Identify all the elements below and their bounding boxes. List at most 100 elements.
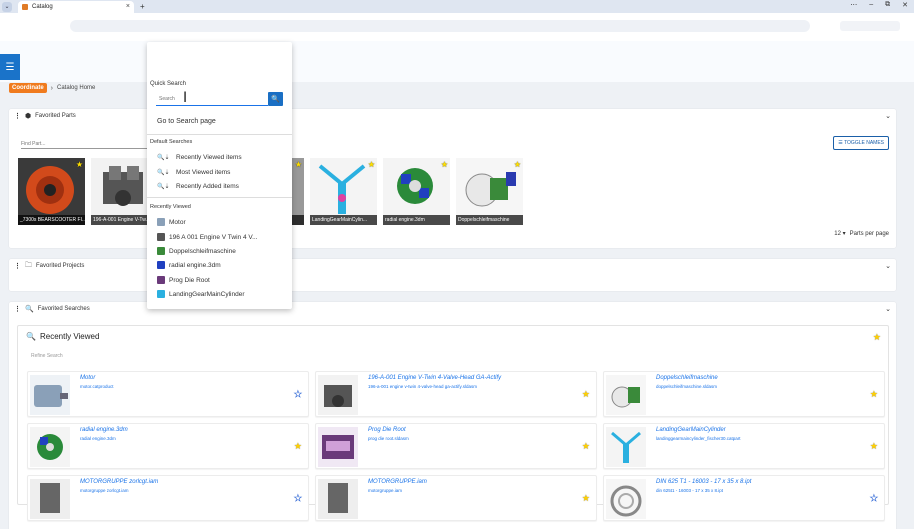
- recent-item[interactable]: Motor: [157, 217, 186, 227]
- result-name[interactable]: Doppelschleifmaschine: [656, 375, 718, 381]
- chevron-down-icon[interactable]: ⌄: [885, 305, 891, 313]
- minimize-icon[interactable]: –: [869, 1, 873, 9]
- recent-item[interactable]: radial engine.3dm: [157, 260, 221, 270]
- star-icon[interactable]: ★: [514, 160, 521, 169]
- result-name[interactable]: Prog Die Root: [368, 427, 406, 433]
- default-searches-title: Default Searches: [150, 139, 193, 145]
- drag-handle-icon[interactable]: ⋮: [14, 112, 21, 120]
- part-thumbnail-icon: [157, 261, 165, 269]
- search-sort-icon: 🔍⇣: [157, 169, 170, 176]
- result-name[interactable]: LandingGearMainCylinder: [656, 427, 726, 433]
- folder-icon: 🗀: [25, 261, 32, 269]
- hamburger-menu-icon[interactable]: ☰: [0, 54, 20, 80]
- star-outline-icon[interactable]: ★: [294, 493, 303, 504]
- recent-item[interactable]: LandingGearMainCylinder: [157, 289, 245, 299]
- motorgruppe-image: [318, 479, 358, 519]
- result-card[interactable]: Prog Die Root prog die root.sldasm ★: [315, 423, 597, 469]
- quick-search-input[interactable]: [156, 92, 268, 106]
- chevron-right-icon: ›: [50, 84, 54, 92]
- favorited-projects-panel: ⋮ 🗀 Favorited Projects ⌄: [9, 259, 896, 291]
- refine-search-link[interactable]: Refine Search: [31, 353, 63, 359]
- browser-tabbar: ⌄ Catalog × + ⋯ – ⧉ ✕: [0, 0, 914, 13]
- result-file: motorgruppe zorlcgt.iam: [80, 488, 129, 493]
- panel-title: Favorited Parts: [35, 113, 76, 119]
- star-icon[interactable]: ★: [294, 441, 302, 452]
- recent-item[interactable]: Prog Die Root: [157, 275, 210, 285]
- breadcrumb-catalog-home[interactable]: Catalog Home: [57, 85, 95, 91]
- cube-icon: ⬢: [25, 113, 32, 120]
- drag-handle-icon[interactable]: ⋮: [14, 262, 21, 270]
- part-thumbnail-icon: [157, 247, 165, 255]
- tab-dropdown-button[interactable]: ⌄: [2, 1, 12, 12]
- part-thumbnail[interactable]: ★ Doppelschleifmaschine: [456, 158, 523, 225]
- search-sort-icon: 🔍⇣: [157, 154, 170, 161]
- new-tab-button[interactable]: +: [140, 2, 145, 11]
- brand-logo[interactable]: Coordinate: [9, 83, 47, 93]
- star-icon[interactable]: ★: [582, 441, 590, 452]
- browser-tab[interactable]: Catalog ×: [18, 0, 134, 13]
- result-file: radial engine.3dm: [80, 436, 116, 441]
- search-icon: 🔍: [271, 96, 280, 103]
- star-icon[interactable]: ★: [441, 160, 448, 169]
- star-icon[interactable]: ★: [873, 332, 881, 343]
- part-label: Doppelschleifmaschine: [456, 215, 523, 225]
- star-icon[interactable]: ★: [582, 389, 590, 400]
- drag-handle-icon[interactable]: ⋮: [14, 305, 21, 313]
- part-thumbnail-icon: [157, 218, 165, 226]
- result-card[interactable]: 196-A-001 Engine V-Twin 4-Valve-Head GA-…: [315, 371, 597, 417]
- star-outline-icon[interactable]: ★: [870, 493, 879, 504]
- part-thumbnail[interactable]: ★ _7300s BEARSCOOTER FI...: [18, 158, 85, 225]
- result-card[interactable]: MOTORGRUPPE.iam motorgruppe.iam ★: [315, 475, 597, 521]
- extensions-area[interactable]: [840, 21, 900, 31]
- star-icon[interactable]: ★: [870, 441, 878, 452]
- default-search-item[interactable]: 🔍⇣ Recently Viewed items: [157, 152, 242, 162]
- radial-engine-image: [30, 427, 70, 467]
- text-cursor-icon: I: [183, 90, 188, 106]
- result-name[interactable]: radial engine.3dm: [80, 427, 128, 433]
- more-icon[interactable]: ⋯: [850, 1, 857, 9]
- restore-icon[interactable]: ⧉: [885, 1, 890, 9]
- result-card[interactable]: Motor motor.catproduct ★: [27, 371, 309, 417]
- engine-image: [318, 375, 358, 415]
- result-card[interactable]: Doppelschleifmaschine doppelschleifmasch…: [603, 371, 885, 417]
- toggle-names-button[interactable]: ☰ TOGGLE NAMES: [833, 136, 889, 150]
- close-window-icon[interactable]: ✕: [902, 1, 908, 9]
- result-card[interactable]: MOTORGRUPPE zorlcgt.iam motorgruppe zorl…: [27, 475, 309, 521]
- chevron-down-icon[interactable]: ⌄: [885, 262, 891, 270]
- star-icon[interactable]: ★: [368, 160, 375, 169]
- tab-title: Catalog: [32, 3, 53, 10]
- search-button[interactable]: 🔍: [268, 92, 283, 106]
- result-file: prog die root.sldasm: [368, 436, 409, 441]
- result-card[interactable]: radial engine.3dm radial engine.3dm ★: [27, 423, 309, 469]
- result-name[interactable]: MOTORGRUPPE.iam: [368, 479, 427, 485]
- recent-item[interactable]: 196 A 001 Engine V Twin 4 V...: [157, 232, 258, 242]
- star-icon[interactable]: ★: [295, 160, 302, 169]
- url-field[interactable]: [70, 20, 810, 32]
- result-card[interactable]: DIN 625 T1 - 16003 - 17 x 35 x 8.ipt din…: [603, 475, 885, 521]
- result-file: din 625t1 - 16003 - 17 x 35 x 8.ipt: [656, 488, 724, 493]
- panel-title: Favorited Searches: [37, 306, 90, 312]
- star-icon[interactable]: ★: [870, 389, 878, 400]
- star-icon[interactable]: ★: [582, 493, 590, 504]
- default-search-item[interactable]: 🔍⇣ Recently Added items: [157, 181, 239, 191]
- default-search-item[interactable]: 🔍⇣ Most Viewed items: [157, 167, 230, 177]
- chevron-down-icon[interactable]: ⌄: [885, 112, 891, 120]
- star-icon[interactable]: ★: [76, 160, 83, 169]
- result-name[interactable]: DIN 625 T1 - 16003 - 17 x 35 x 8.ipt: [656, 479, 751, 485]
- favicon-icon: [22, 3, 28, 10]
- recently-viewed-title: Recently Viewed: [39, 332, 100, 341]
- result-name[interactable]: 196-A-001 Engine V-Twin 4-Valve-Head GA-…: [368, 375, 501, 381]
- address-bar: [0, 13, 914, 41]
- result-name[interactable]: Motor: [80, 375, 95, 381]
- recent-item[interactable]: Doppelschleifmaschine: [157, 246, 236, 256]
- result-card[interactable]: LandingGearMainCylinder landinggearmainc…: [603, 423, 885, 469]
- result-name[interactable]: MOTORGRUPPE zorlcgt.iam: [80, 479, 158, 485]
- go-to-search-page-link[interactable]: Go to Search page: [157, 118, 216, 125]
- close-tab-icon[interactable]: ×: [126, 3, 130, 10]
- per-page-select[interactable]: 12 ▾: [834, 230, 845, 237]
- grinder-image: [606, 375, 646, 415]
- result-file: motorgruppe.iam: [368, 488, 403, 493]
- part-thumbnail[interactable]: ★ radial engine.3dm: [383, 158, 450, 225]
- star-outline-icon[interactable]: ★: [294, 389, 303, 400]
- part-thumbnail[interactable]: ★ LandingGearMainCylin...: [310, 158, 377, 225]
